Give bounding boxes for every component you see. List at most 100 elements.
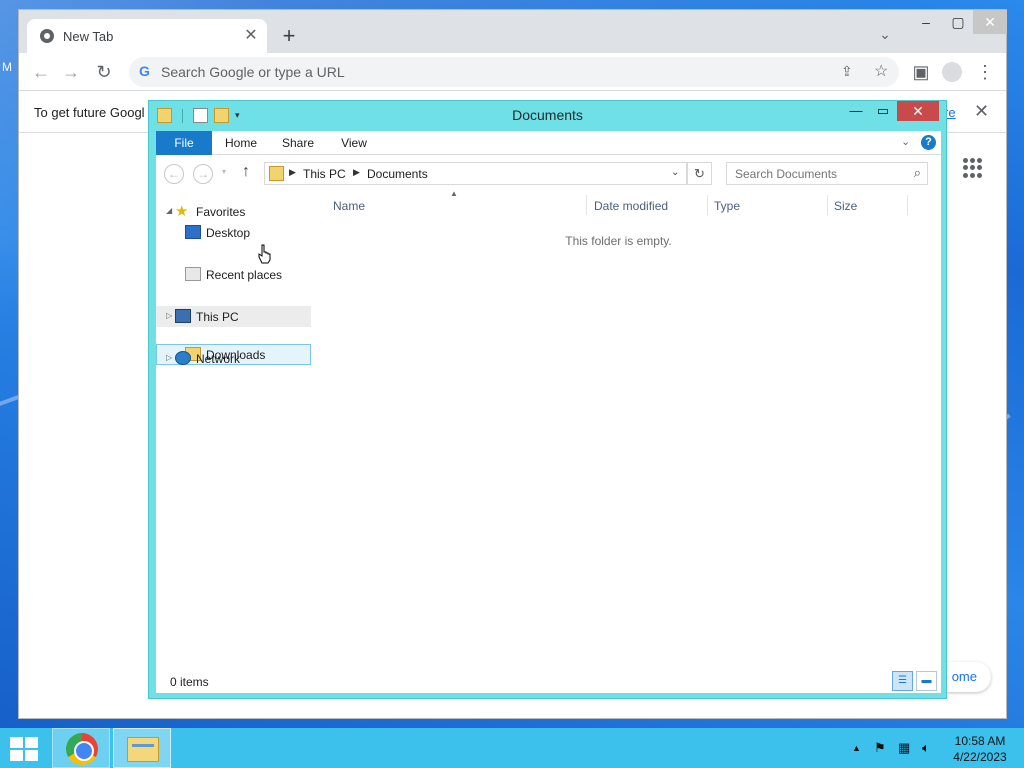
chrome-minimize-button[interactable]: –	[909, 10, 943, 34]
google-g-icon: G	[139, 63, 150, 79]
breadcrumb-this-pc[interactable]: This PC	[303, 167, 346, 181]
column-divider[interactable]	[827, 195, 828, 215]
search-input[interactable]	[727, 163, 897, 184]
computer-icon	[175, 309, 191, 323]
tab-view[interactable]: View	[332, 131, 376, 155]
close-tab-icon[interactable]: ✕	[241, 26, 261, 46]
back-arrow-icon[interactable]: ←	[29, 60, 53, 84]
desktop-icon	[185, 225, 201, 239]
avatar	[942, 62, 962, 82]
breadcrumb-documents[interactable]: Documents	[367, 167, 428, 181]
omnibox-placeholder: Search Google or type a URL	[161, 64, 345, 80]
sidebar-item-label: Recent places	[206, 268, 283, 282]
chrome-tabbar: New Tab ✕ + ⌄ – ▢ ✕	[19, 10, 1007, 53]
clock-time: 10:58 AM	[954, 734, 1006, 748]
clock-date: 4/22/2023	[953, 750, 1007, 764]
expanded-arrow-icon[interactable]: ◢	[166, 206, 172, 215]
breadcrumb-separator-icon[interactable]: ▶	[289, 167, 296, 178]
sidebar-item-this-pc[interactable]: ▷ This PC	[156, 306, 311, 327]
up-arrow-icon[interactable]: ↑	[242, 163, 250, 181]
infobar-close-icon[interactable]: ✕	[974, 101, 989, 122]
column-header-date-modified[interactable]: Date modified	[594, 199, 668, 213]
chrome-toolbar: ← → ↻ G Search Google or type a URL ⇪ ☆ …	[19, 53, 1006, 91]
recent-locations-chevron-icon[interactable]: ▾	[222, 167, 226, 176]
address-dropdown-chevron-icon[interactable]: ⌄	[671, 167, 679, 178]
bookmark-star-icon[interactable]: ☆	[874, 61, 888, 81]
expand-ribbon-chevron-icon[interactable]: ⌄	[901, 135, 910, 148]
google-apps-icon[interactable]	[963, 158, 983, 178]
explorer-navigation-bar: ← → ▾ ↑ ▶ This PC ▶ Documents ⌄ ↻ ⌕	[156, 155, 941, 189]
sidebar-item-label: Desktop	[206, 226, 251, 240]
reload-icon[interactable]: ↻	[92, 60, 116, 84]
star-icon: ★	[175, 203, 189, 220]
tab-new-tab[interactable]: New Tab ✕	[27, 19, 267, 53]
network-status-icon[interactable]: ▦	[898, 740, 910, 756]
collapsed-arrow-icon[interactable]: ▷	[166, 311, 172, 320]
profile-avatar-icon[interactable]	[940, 60, 964, 84]
column-header-size[interactable]: Size	[834, 199, 857, 213]
chrome-logo-icon	[66, 733, 98, 765]
side-panel-icon[interactable]: ▣	[909, 60, 933, 84]
file-list-pane: ▲ Name Date modified Type Size This fold…	[316, 189, 941, 669]
share-icon[interactable]: ⇪	[841, 63, 853, 80]
forward-button[interactable]: →	[193, 164, 213, 184]
breadcrumb-separator-icon[interactable]: ▶	[353, 167, 360, 178]
windows-start-icon[interactable]	[10, 737, 38, 761]
omnibox[interactable]: G Search Google or type a URL ⇪ ☆	[129, 57, 899, 87]
taskbar: ▲ ⚑ ▦ 🔈︎ 10:58 AM 4/22/2023	[0, 728, 1024, 768]
file-explorer-window: ▾ Documents — ▭ ✕ File Home Share View ⌄…	[148, 100, 947, 699]
refresh-button[interactable]: ↻	[687, 162, 712, 185]
system-clock[interactable]: 10:58 AM 4/22/2023	[948, 733, 1012, 765]
explorer-title: Documents	[512, 107, 583, 123]
tab-file[interactable]: File	[156, 131, 212, 155]
search-icon: ⌕	[913, 165, 921, 180]
search-documents-field[interactable]: ⌕	[726, 162, 928, 185]
large-icons-view-icon[interactable]: ▬	[916, 671, 937, 691]
explorer-titlebar[interactable]: ▾ Documents — ▭ ✕	[149, 101, 946, 131]
desktop-edge-label: M	[2, 60, 12, 74]
sidebar-item-recent-places[interactable]: Recent places	[156, 264, 311, 285]
show-hidden-icons-icon[interactable]: ▲	[852, 743, 861, 753]
help-icon[interactable]: ?	[921, 135, 936, 150]
infobar-text: To get future Googl	[34, 105, 145, 120]
column-header-name[interactable]: Name	[333, 199, 365, 213]
kebab-menu-icon[interactable]: ⋮	[973, 60, 997, 84]
sidebar-item-label: This PC	[196, 310, 239, 324]
explorer-maximize-button[interactable]: ▭	[870, 101, 896, 121]
tab-search-chevron-icon[interactable]: ⌄	[875, 26, 895, 46]
sidebar-item-network[interactable]: ▷ Network	[156, 348, 311, 369]
address-folder-icon	[269, 166, 284, 181]
status-bar: 0 items ☰ ▬	[156, 669, 941, 693]
chrome-close-button[interactable]: ✕	[973, 10, 1007, 34]
hand-cursor-icon	[258, 244, 271, 264]
explorer-minimize-button[interactable]: —	[843, 101, 869, 121]
details-view-icon[interactable]: ☰	[892, 671, 913, 691]
column-header-type[interactable]: Type	[714, 199, 740, 213]
item-count: 0 items	[170, 675, 209, 689]
address-bar[interactable]: ▶ This PC ▶ Documents ⌄	[264, 162, 687, 185]
sidebar-item-label: Favorites	[196, 205, 246, 219]
collapsed-arrow-icon[interactable]: ▷	[166, 353, 172, 362]
sidebar-item-desktop[interactable]: Desktop	[156, 222, 311, 243]
taskbar-file-explorer-button[interactable]	[113, 728, 171, 768]
ribbon-tabs: File Home Share View ⌄ ?	[156, 131, 941, 155]
network-icon	[175, 351, 191, 365]
tab-home[interactable]: Home	[218, 131, 264, 155]
sort-ascending-icon: ▲	[450, 189, 458, 198]
new-tab-button[interactable]: +	[277, 24, 301, 48]
taskbar-chrome-button[interactable]	[52, 728, 110, 768]
action-center-flag-icon[interactable]: ⚑	[874, 740, 886, 756]
column-divider[interactable]	[707, 195, 708, 215]
forward-arrow-icon[interactable]: →	[59, 60, 83, 84]
sidebar-item-label: Network	[196, 352, 241, 366]
chrome-maximize-button[interactable]: ▢	[941, 10, 975, 34]
volume-icon[interactable]: 🔈︎	[922, 740, 930, 756]
back-button[interactable]: ←	[164, 164, 184, 184]
chrome-favicon-icon	[40, 29, 54, 43]
tab-share[interactable]: Share	[274, 131, 322, 155]
column-divider[interactable]	[907, 195, 908, 215]
file-explorer-icon	[127, 737, 159, 762]
column-divider[interactable]	[586, 195, 587, 215]
sidebar-item-favorites[interactable]: ◢ ★ Favorites	[156, 201, 311, 222]
explorer-close-button[interactable]: ✕	[897, 101, 939, 121]
